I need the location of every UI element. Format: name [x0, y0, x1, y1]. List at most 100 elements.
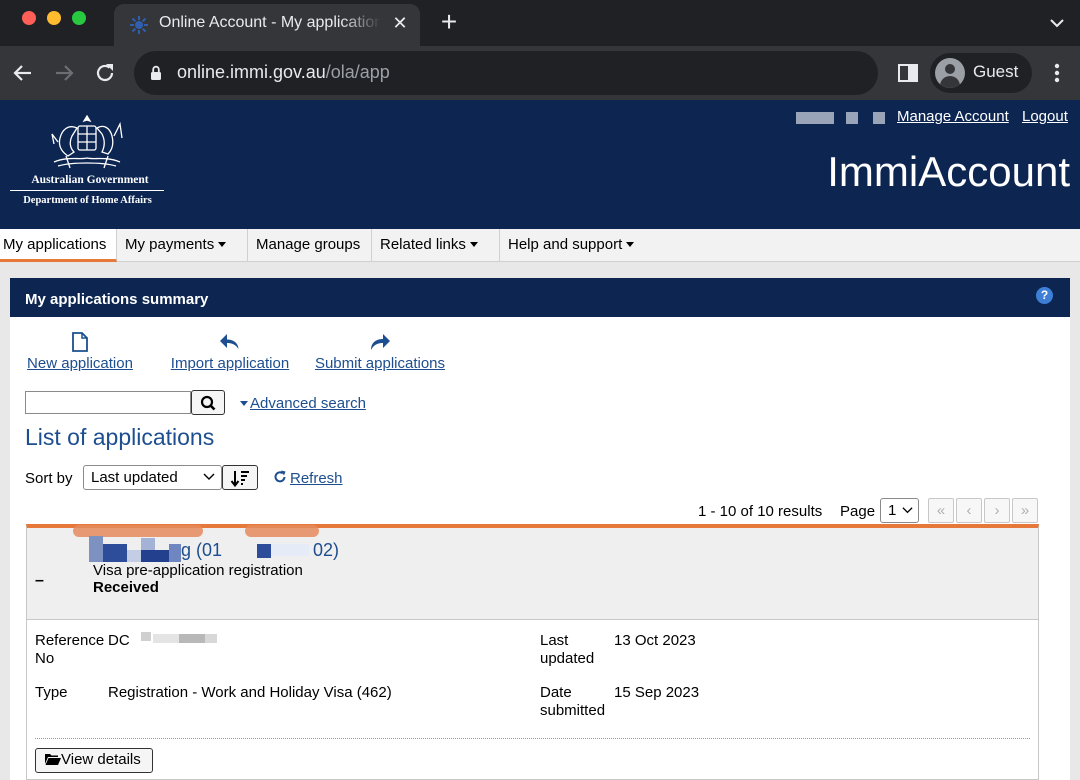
- profile-label: Guest: [973, 62, 1019, 81]
- type-label: Type: [35, 684, 68, 701]
- last-page-button[interactable]: »: [1012, 498, 1038, 523]
- coat-of-arms-icon: [51, 114, 123, 169]
- browser-tab-active[interactable]: Online Account - My applications ✕: [114, 4, 420, 46]
- application-card: – g (01 02) Visa pre-application registr…: [26, 524, 1039, 780]
- sort-by-select[interactable]: Last updated: [83, 465, 222, 490]
- card-divider: [35, 738, 1030, 739]
- previous-page-button[interactable]: ‹: [956, 498, 982, 523]
- sort-by-value: Last updated: [91, 469, 178, 486]
- first-page-button[interactable]: «: [928, 498, 954, 523]
- page-select[interactable]: 1: [880, 498, 919, 523]
- import-application-link[interactable]: Import application: [171, 355, 289, 372]
- lock-icon[interactable]: [150, 65, 162, 81]
- advanced-search-caret-icon: [240, 401, 248, 406]
- tab-search-chevron-icon[interactable]: [1046, 12, 1068, 34]
- redacted-username-part: [846, 112, 858, 124]
- address-bar[interactable]: online.immi.gov.au/ola/app: [134, 51, 878, 95]
- redacted-reference: [153, 634, 179, 643]
- panel-title: My applications summary: [25, 291, 209, 308]
- nav-label: Related links: [380, 236, 466, 253]
- redaction-pixels: [103, 544, 127, 562]
- redaction-smudge: [245, 525, 319, 537]
- dropdown-caret-icon: [218, 242, 227, 247]
- import-application-action[interactable]: Import application: [170, 332, 290, 373]
- profile-button[interactable]: Guest: [930, 53, 1032, 93]
- redacted-reference: [141, 632, 151, 641]
- chevron-down-icon: [203, 473, 215, 480]
- back-arrow-icon[interactable]: [10, 60, 36, 86]
- collapse-toggle[interactable]: –: [35, 572, 44, 590]
- browser-toolbar: online.immi.gov.au/ola/app Guest: [0, 46, 1080, 100]
- main-navigation: My applications My payments Manage group…: [0, 229, 1080, 262]
- date-submitted-value: 15 Sep 2023: [614, 684, 700, 701]
- department-name-line: Department of Home Affairs: [23, 195, 152, 206]
- dropdown-caret-icon: [626, 242, 635, 247]
- redaction-pixels: [127, 550, 141, 562]
- new-application-action[interactable]: New application: [25, 332, 135, 373]
- redaction-pixels: [89, 536, 103, 562]
- nav-help-and-support[interactable]: Help and support: [500, 229, 1080, 262]
- nav-related-links[interactable]: Related links: [372, 229, 500, 262]
- redaction-pixels: [257, 544, 271, 558]
- search-button[interactable]: [191, 390, 225, 415]
- browser-menu-icon[interactable]: [1048, 60, 1066, 86]
- tab-title: Online Account - My applications: [159, 14, 381, 31]
- redacted-reference: [179, 634, 205, 643]
- help-icon[interactable]: ?: [1036, 287, 1053, 304]
- url-host: online.immi.gov.au: [177, 62, 326, 82]
- search-input[interactable]: [25, 391, 191, 414]
- date-submitted-label: Date submitted: [540, 684, 606, 719]
- folder-open-icon: [45, 754, 61, 765]
- chevron-down-icon: [902, 507, 913, 514]
- redaction-pixels: [169, 544, 181, 562]
- nav-label: Manage groups: [256, 236, 361, 253]
- nav-my-applications[interactable]: My applications: [0, 229, 117, 262]
- refresh-link[interactable]: Refresh: [273, 470, 343, 487]
- type-value: Registration - Work and Holiday Visa (46…: [108, 684, 392, 701]
- advanced-search-label: Advanced search: [250, 395, 366, 412]
- nav-manage-groups[interactable]: Manage groups: [248, 229, 372, 262]
- last-updated-value: 13 Oct 2023: [614, 632, 696, 649]
- advanced-search-link[interactable]: Advanced search: [240, 395, 366, 412]
- nav-label: My payments: [125, 236, 215, 253]
- nav-my-payments[interactable]: My payments: [117, 229, 248, 262]
- tab-close-icon[interactable]: ✕: [390, 12, 410, 34]
- reference-no-label: Reference No: [35, 632, 105, 667]
- submit-applications-link[interactable]: Submit applications: [315, 355, 445, 372]
- reference-no-value: DC: [108, 632, 130, 649]
- new-tab-button[interactable]: +: [436, 8, 462, 36]
- dropdown-caret-icon: [469, 242, 478, 247]
- submit-applications-action[interactable]: Submit applications: [313, 332, 447, 373]
- redaction-pixels: [271, 544, 309, 556]
- new-application-link[interactable]: New application: [27, 355, 133, 372]
- page-select-value: 1: [888, 502, 897, 519]
- manage-account-link[interactable]: Manage Account: [897, 108, 1009, 125]
- reload-icon[interactable]: [92, 60, 118, 86]
- side-panel-icon[interactable]: [896, 61, 920, 85]
- list-of-applications-heading: List of applications: [25, 424, 215, 450]
- application-card-header[interactable]: – g (01 02) Visa pre-application registr…: [27, 525, 1038, 620]
- next-page-button[interactable]: ›: [984, 498, 1010, 523]
- results-count: 1 - 10 of 10 results: [698, 503, 823, 520]
- sort-by-label: Sort by: [25, 470, 73, 487]
- sort-descending-icon: [230, 471, 249, 488]
- view-details-button[interactable]: View details: [35, 748, 153, 773]
- gov-favicon-icon: [130, 16, 148, 34]
- nav-label: My applications: [3, 236, 107, 253]
- url-path: /ola/app: [325, 62, 390, 82]
- zoom-window-button[interactable]: [72, 11, 86, 25]
- view-details-label: View details: [61, 751, 141, 768]
- logout-link[interactable]: Logout: [1022, 108, 1068, 125]
- redacted-reference: [205, 634, 217, 643]
- refresh-label: Refresh: [290, 470, 343, 487]
- search-icon: [200, 395, 216, 411]
- sort-direction-button[interactable]: [222, 465, 258, 490]
- applicant-name-fragment: g (01: [181, 540, 223, 560]
- forward-arrow-icon[interactable]: [51, 60, 77, 86]
- panel-header: My applications summary ?: [10, 278, 1070, 317]
- page-label: Page: [840, 503, 876, 520]
- application-subtitle: Visa pre-application registration: [93, 562, 303, 579]
- close-window-button[interactable]: [22, 11, 36, 25]
- applications-summary-panel: My applications summary ? New applicatio…: [10, 278, 1070, 780]
- minimize-window-button[interactable]: [47, 11, 61, 25]
